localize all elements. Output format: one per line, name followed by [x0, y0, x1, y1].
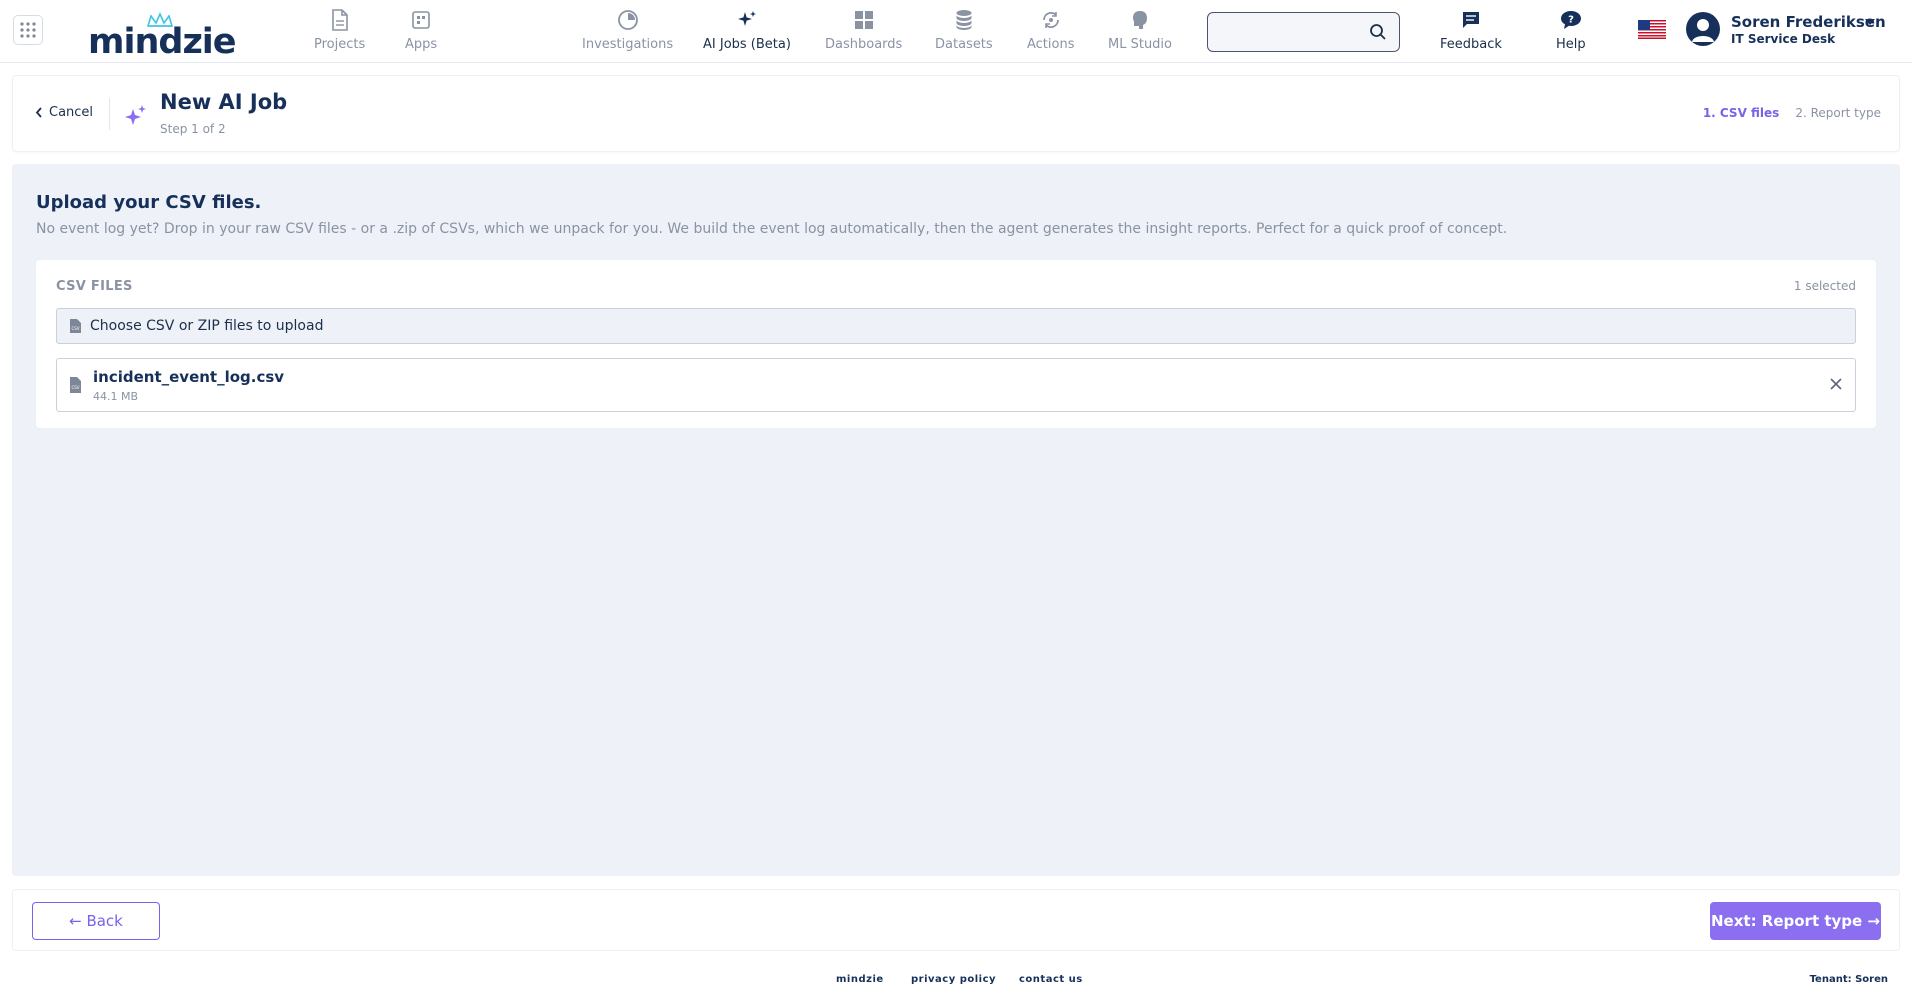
cancel-label: Cancel	[49, 105, 94, 120]
us-flag-icon[interactable]	[1638, 20, 1666, 39]
nav-label: Investigations	[582, 37, 674, 52]
footer-link-privacy-policy[interactable]: privacy policy	[911, 974, 996, 985]
card-label: CSV FILES	[56, 279, 133, 294]
help-icon: ?	[1559, 8, 1583, 32]
csv-files-card: CSV FILES 1 selected CSV Choose CSV or Z…	[36, 260, 1876, 428]
user-name[interactable]: Soren Frederiksen	[1731, 13, 1886, 31]
next-button[interactable]: Next: Report type →	[1710, 902, 1881, 940]
nav-help[interactable]: ? Help	[1556, 6, 1586, 56]
file-chooser-button[interactable]: CSV Choose CSV or ZIP files to upload	[56, 308, 1856, 344]
page-title: New AI Job	[160, 90, 288, 114]
back-button[interactable]: ← Back	[32, 902, 160, 940]
svg-text:CSV: CSV	[71, 326, 79, 331]
nav-label: Projects	[314, 37, 366, 52]
section-title: Upload your CSV files.	[36, 192, 262, 213]
nav-feedback[interactable]: Feedback	[1440, 6, 1502, 56]
nav-investigations[interactable]: Investigations	[582, 6, 673, 56]
nav-datasets[interactable]: Datasets	[935, 6, 993, 56]
actions-icon	[1039, 8, 1063, 32]
search-icon[interactable]	[1369, 23, 1387, 41]
footer-link-mindzie[interactable]: mindzie	[836, 974, 884, 985]
nav-label: AI Jobs (Beta)	[703, 37, 791, 52]
file-name: incident_event_log.csv	[93, 368, 285, 386]
step-report-type[interactable]: 2. Report type	[1795, 106, 1881, 120]
nav-label: Feedback	[1440, 37, 1502, 52]
nav-label: ML Studio	[1108, 37, 1172, 52]
file-chooser-label: Choose CSV or ZIP files to upload	[90, 318, 324, 334]
nav-apps[interactable]: Apps	[405, 6, 437, 56]
nav-projects[interactable]: Projects	[314, 6, 365, 56]
sparkle-icon	[125, 105, 146, 125]
user-tenant: IT Service Desk	[1731, 32, 1836, 46]
database-icon	[952, 8, 976, 32]
document-icon	[328, 8, 352, 32]
chevron-left-icon	[35, 107, 42, 118]
top-navigation: mindzie Projects Apps Investigations AI …	[0, 0, 1912, 63]
search-box[interactable]	[1207, 12, 1400, 52]
file-list-item: CSV incident_event_log.csv 44.1 MB	[56, 358, 1856, 412]
logo-text: mindzie	[88, 22, 237, 62]
svg-text:CSV: CSV	[71, 385, 79, 390]
step-tabs: 1. CSV files 2. Report type	[1703, 106, 1881, 120]
step-csv-files[interactable]: 1. CSV files	[1703, 106, 1780, 120]
caret-down-icon[interactable]	[1864, 17, 1876, 27]
dashboards-icon	[852, 8, 876, 32]
brain-icon	[1128, 8, 1152, 32]
apps-icon	[409, 8, 433, 32]
nav-label: Datasets	[935, 37, 993, 52]
footer-tenant: Tenant: Soren	[1809, 974, 1888, 985]
nav-dashboards[interactable]: Dashboards	[825, 6, 902, 56]
grid-icon	[20, 22, 36, 38]
nav-ml-studio[interactable]: ML Studio	[1108, 6, 1172, 56]
nav-label: Help	[1556, 37, 1586, 52]
job-header: Cancel New AI Job Step 1 of 2 1. CSV fil…	[12, 75, 1900, 152]
file-size: 44.1 MB	[93, 390, 139, 403]
header-divider	[109, 98, 110, 130]
nav-label: Dashboards	[825, 37, 903, 52]
nav-label: Actions	[1027, 37, 1075, 52]
svg-text:?: ?	[1568, 15, 1574, 26]
search-input[interactable]	[1216, 19, 1366, 45]
csv-file-icon: CSV	[70, 319, 81, 333]
app-launcher-button[interactable]	[13, 15, 43, 45]
upload-panel: Upload your CSV files. No event log yet?…	[12, 164, 1900, 876]
wizard-action-bar: ← Back Next: Report type →	[12, 889, 1900, 951]
footer-link-contact-us[interactable]: contact us	[1019, 974, 1083, 985]
nav-label: Apps	[405, 37, 438, 52]
nav-actions[interactable]: Actions	[1027, 6, 1075, 56]
page-footer: mindzie privacy policy contact us Tenant…	[0, 962, 1912, 996]
user-avatar[interactable]	[1686, 12, 1720, 46]
close-icon[interactable]	[1829, 377, 1843, 391]
investigations-icon	[616, 8, 640, 32]
feedback-icon	[1459, 8, 1483, 32]
selected-count: 1 selected	[1793, 279, 1856, 293]
sparkle-icon	[735, 8, 759, 32]
nav-ai-jobs[interactable]: AI Jobs (Beta)	[703, 6, 791, 56]
csv-file-icon: CSV	[70, 377, 81, 393]
cancel-button[interactable]: Cancel	[35, 105, 93, 120]
user-icon	[1692, 19, 1714, 42]
step-indicator: Step 1 of 2	[160, 122, 226, 136]
section-description: No event log yet? Drop in your raw CSV f…	[36, 221, 1508, 237]
